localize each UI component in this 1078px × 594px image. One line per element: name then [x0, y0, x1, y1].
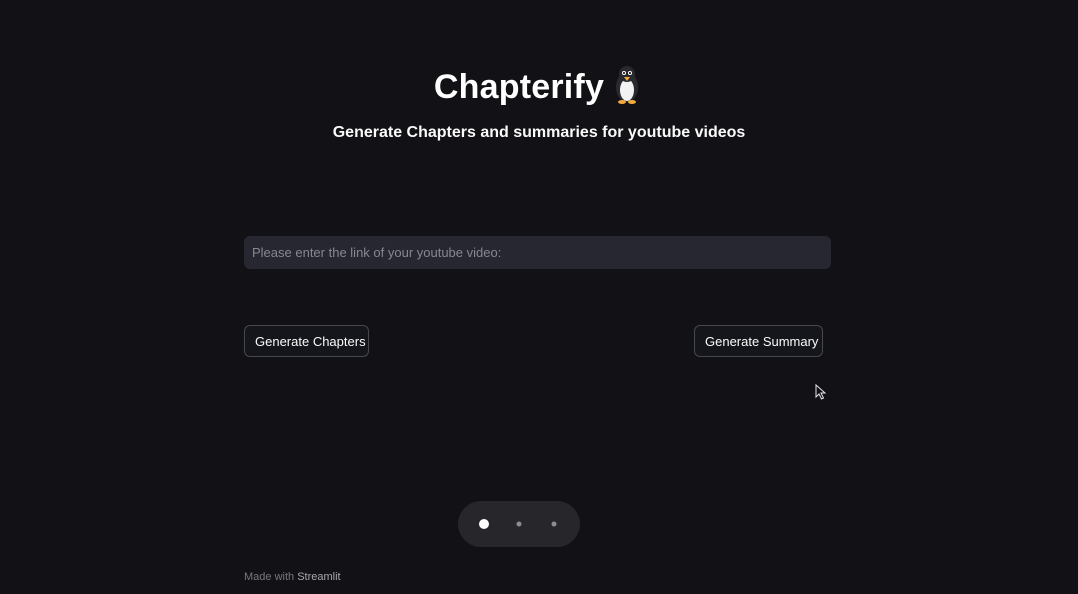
pager-dot-3[interactable] — [551, 521, 557, 527]
pager-dot-1[interactable] — [479, 519, 489, 529]
generate-summary-button[interactable]: Generate Summary — [694, 325, 823, 357]
footer-prefix: Made with — [244, 571, 295, 583]
pager-dot-2[interactable] — [516, 521, 522, 527]
streamlit-link[interactable]: Streamlit — [297, 571, 340, 583]
page-subtitle: Generate Chapters and summaries for yout… — [332, 124, 746, 141]
title-text: Chapterify — [433, 68, 605, 106]
generate-chapters-button[interactable]: Generate Chapters — [244, 325, 369, 357]
mouse-cursor-icon — [815, 384, 827, 400]
carousel-pager — [458, 501, 580, 547]
footer: Made with Streamlit — [244, 571, 341, 583]
penguin-icon — [616, 66, 639, 104]
app-root: Chapterify Generate Chapters and summari… — [0, 0, 1078, 594]
youtube-url-input[interactable] — [244, 236, 831, 269]
page-title: Chapterify — [0, 64, 1078, 107]
